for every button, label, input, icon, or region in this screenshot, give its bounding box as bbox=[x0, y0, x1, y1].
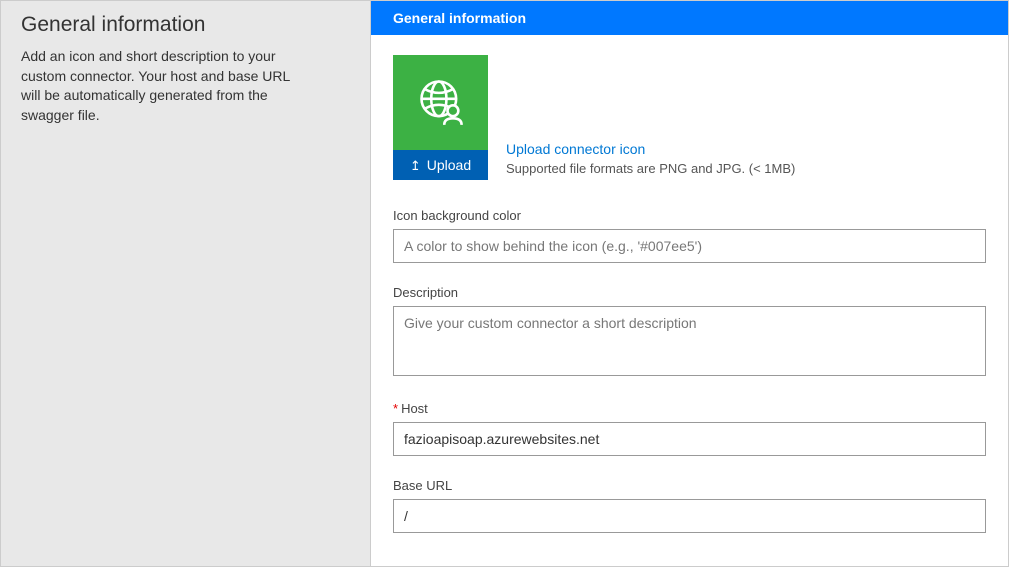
icon-bg-input[interactable] bbox=[393, 229, 986, 263]
sidebar: General information Add an icon and shor… bbox=[1, 1, 371, 566]
host-input[interactable] bbox=[393, 422, 986, 456]
section-header: General information bbox=[371, 1, 1008, 35]
base-url-label: Base URL bbox=[393, 478, 986, 493]
description-input[interactable] bbox=[393, 306, 986, 376]
upload-arrow-icon: ↥ bbox=[410, 159, 421, 172]
sidebar-title: General information bbox=[21, 13, 350, 37]
base-url-input[interactable] bbox=[393, 499, 986, 533]
field-host: *Host bbox=[393, 401, 986, 456]
upload-button[interactable]: ↥ Upload bbox=[393, 150, 488, 180]
host-label: *Host bbox=[393, 401, 986, 416]
upload-hint: Supported file formats are PNG and JPG. … bbox=[506, 161, 795, 176]
icon-preview bbox=[393, 55, 488, 150]
upload-icon-link[interactable]: Upload connector icon bbox=[506, 141, 795, 157]
sidebar-description: Add an icon and short description to you… bbox=[21, 47, 291, 125]
field-base-url: Base URL bbox=[393, 478, 986, 533]
icon-info: Upload connector icon Supported file for… bbox=[506, 141, 795, 180]
icon-bg-label: Icon background color bbox=[393, 208, 986, 223]
section-header-title: General information bbox=[393, 10, 526, 26]
required-asterisk: * bbox=[393, 401, 398, 416]
upload-button-label: Upload bbox=[427, 157, 471, 173]
globe-person-icon bbox=[415, 75, 467, 130]
field-description: Description bbox=[393, 285, 986, 379]
field-icon-bg: Icon background color bbox=[393, 208, 986, 263]
main-panel: General information bbox=[371, 1, 1008, 566]
icon-upload-row: ↥ Upload Upload connector icon Supported… bbox=[393, 55, 986, 180]
content-area: ↥ Upload Upload connector icon Supported… bbox=[371, 35, 1008, 566]
icon-column: ↥ Upload bbox=[393, 55, 488, 180]
description-label: Description bbox=[393, 285, 986, 300]
